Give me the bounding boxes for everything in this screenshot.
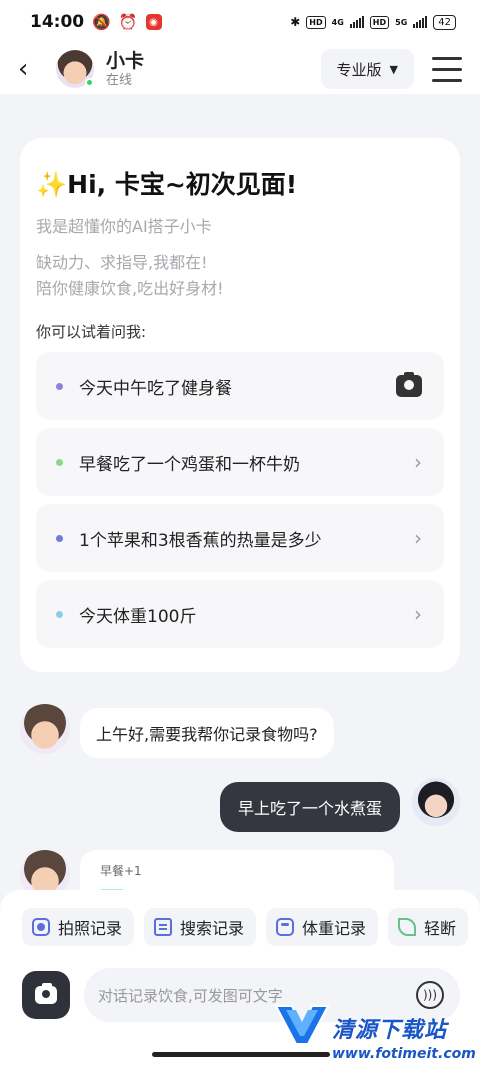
user-avatar[interactable] xyxy=(412,778,460,826)
camera-icon[interactable] xyxy=(396,372,422,397)
signal-icon-2 xyxy=(413,16,428,28)
leaf-icon xyxy=(398,918,417,936)
suggestion-prompt: 你可以试着问我: xyxy=(36,323,147,341)
bullet-dot xyxy=(56,382,63,390)
suggestion-item[interactable]: 早餐吃了一个鸡蛋和一杯牛奶 › xyxy=(36,428,444,496)
bluetooth-icon: ✱ xyxy=(290,15,301,29)
welcome-desc-line-2: 陪你健康饮食,吃出好身材! xyxy=(36,279,224,298)
scale-icon xyxy=(276,918,295,936)
quick-action-weight[interactable]: 体重记录 xyxy=(266,908,379,946)
quick-action-photo[interactable]: 拍照记录 xyxy=(22,908,135,946)
mute-icon: 🔕 xyxy=(92,13,111,31)
suggestion-item[interactable]: 1个苹果和3根香蕉的热量是多少 › xyxy=(36,504,444,572)
caret-down-icon: ▼ xyxy=(389,62,398,76)
avatar[interactable] xyxy=(56,50,94,88)
signal-icon xyxy=(349,16,364,28)
alarm-icon: ⏰ xyxy=(118,13,138,31)
back-icon[interactable]: ‹ xyxy=(18,54,46,84)
quick-action-label: 拍照记录 xyxy=(58,919,123,938)
assistant-name: 小卡 xyxy=(106,50,145,72)
bullet-dot xyxy=(56,458,63,466)
sparkles-icon: ✨ xyxy=(36,170,68,199)
suggestion-label: 今天中午吃了健身餐 xyxy=(79,378,232,399)
camera-button[interactable] xyxy=(22,971,70,1019)
watermark-title: 清源下载站 xyxy=(332,1018,448,1043)
welcome-description: 缺动力、求指导,我都在! 陪你健康饮食,吃出好身材! xyxy=(36,250,444,302)
hd-badge: HD xyxy=(306,15,326,29)
chat-header: ‹ 小卡 在线 专业版 ▼ xyxy=(0,44,480,94)
app-notification-icon: ◉ xyxy=(145,14,162,30)
welcome-card: ✨Hi, 卡宝~初次见面! 我是超懂你的AI搭子小卡 缺动力、求指导,我都在! … xyxy=(20,138,460,672)
battery-icon: 42 xyxy=(433,14,456,30)
watermark-logo-icon xyxy=(274,1005,330,1045)
bot-message-bubble: 上午好,需要我帮你记录食物吗? xyxy=(80,708,334,758)
suggestion-label: 1个苹果和3根香蕉的热量是多少 xyxy=(79,530,322,551)
chevron-right-icon: › xyxy=(414,450,422,474)
online-indicator xyxy=(85,78,94,87)
welcome-subtitle: 我是超懂你的AI搭子小卡 xyxy=(36,217,212,236)
menu-icon[interactable] xyxy=(432,56,462,82)
quick-action-search[interactable]: 搜索记录 xyxy=(144,908,257,946)
record-tag: 早餐+1 xyxy=(100,864,142,878)
status-time: 14:00 xyxy=(30,12,85,32)
suggestion-item[interactable]: 今天中午吃了健身餐 xyxy=(36,352,444,420)
quick-action-label: 轻断 xyxy=(424,919,457,938)
bot-avatar[interactable] xyxy=(20,704,70,754)
online-status: 在线 xyxy=(106,73,133,88)
status-bar: 14:00 🔕 ⏰ ◉ ✱ HD 4G HD 5G 42 xyxy=(0,0,480,44)
search-record-icon xyxy=(154,918,173,936)
bullet-dot xyxy=(56,534,63,542)
suggestion-label: 早餐吃了一个鸡蛋和一杯牛奶 xyxy=(79,454,300,475)
quick-action-label: 搜索记录 xyxy=(180,919,245,938)
network-label-4g: 4G xyxy=(331,17,344,27)
chevron-right-icon: › xyxy=(414,602,422,626)
quick-action-fasting[interactable]: 轻断 xyxy=(388,908,469,946)
welcome-desc-line-1: 缺动力、求指导,我都在! xyxy=(36,253,208,272)
quick-action-label: 体重记录 xyxy=(302,919,367,938)
hd-badge-2: HD xyxy=(369,15,390,29)
bullet-dot xyxy=(56,610,63,618)
welcome-title-text: Hi, 卡宝~初次见面! xyxy=(67,170,298,199)
plan-label: 专业版 xyxy=(336,60,382,79)
quick-actions: 拍照记录 搜索记录 体重记录 轻断 xyxy=(22,908,469,946)
watermark: 清源下载站 www.fotimeit.com xyxy=(274,1000,476,1066)
network-label-5g: 5G xyxy=(395,17,408,27)
camera-record-icon xyxy=(32,918,50,936)
suggestion-item[interactable]: 今天体重100斤 › xyxy=(36,580,444,648)
watermark-url: www.fotimeit.com xyxy=(332,1046,476,1062)
chevron-right-icon: › xyxy=(414,526,422,550)
plan-dropdown[interactable]: 专业版 ▼ xyxy=(320,49,414,89)
user-message-bubble: 早上吃了一个水煮蛋 xyxy=(219,782,400,832)
camera-icon xyxy=(35,983,57,1004)
suggestion-label: 今天体重100斤 xyxy=(79,606,197,627)
welcome-title: ✨Hi, 卡宝~初次见面! xyxy=(36,168,444,202)
suggestion-list: 今天中午吃了健身餐 早餐吃了一个鸡蛋和一杯牛奶 › 1个苹果和3根香蕉的热量是多… xyxy=(36,352,444,648)
